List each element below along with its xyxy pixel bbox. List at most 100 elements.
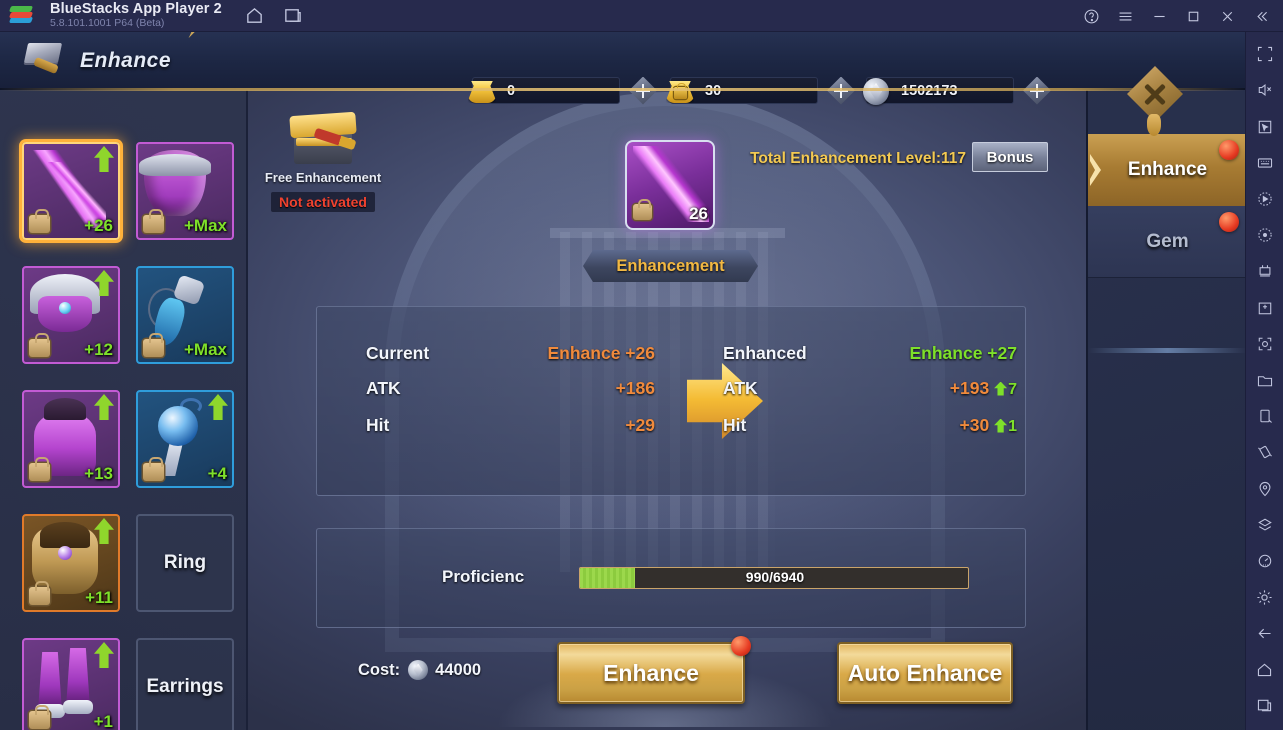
minimize-icon[interactable] (1143, 1, 1175, 31)
bag-lock-icon (29, 457, 50, 481)
window-controls (1075, 0, 1277, 32)
bluestacks-sidebar (1245, 32, 1283, 730)
app-title: BlueStacks App Player 2 (50, 0, 222, 17)
equipment-slot-earrings[interactable]: Earrings (136, 638, 234, 730)
nav-item-enhance-label: Enhance (1127, 159, 1208, 180)
equipment-empty-label: Earrings (146, 676, 224, 697)
enhanced-enhance-value: Enhance +27 (909, 342, 1018, 363)
nav-item-enhance[interactable]: Enhance (1088, 134, 1245, 206)
keyboard-icon[interactable] (1250, 151, 1280, 175)
maximize-icon[interactable] (1177, 1, 1209, 31)
home-icon[interactable] (244, 5, 266, 27)
game-viewport: Enhance 0 30 1502173 +26 +Max +12 +Max +… (0, 32, 1245, 730)
bonus-button-label: Bonus (986, 148, 1034, 166)
enhancement-banner: Enhancement (583, 250, 758, 282)
equipment-slot-helmet[interactable]: +12 (22, 266, 120, 364)
home-nav-icon[interactable] (1250, 657, 1280, 681)
currency-silver-amount: 1502173 (901, 82, 958, 99)
recents-icon[interactable] (1250, 694, 1280, 718)
currency-silver: 1502173 (863, 76, 1052, 106)
atk-enhanced-group: +193 7 (887, 378, 1017, 399)
mute-icon[interactable] (1250, 78, 1280, 102)
bag-lock-icon (29, 705, 50, 729)
bag-lock-icon (29, 581, 50, 605)
equipment-slot-weapon[interactable]: +26 (22, 142, 120, 240)
atk-enhanced-value: +193 (949, 377, 990, 398)
equipment-slot-shoes[interactable]: +1 (22, 638, 120, 730)
multi-instance-icon[interactable] (282, 5, 304, 27)
bag-lock-icon (633, 198, 652, 220)
install-apk-icon[interactable] (1250, 295, 1280, 319)
cost-amount: 44000 (435, 660, 482, 679)
header-tab-label: Enhance (80, 49, 172, 72)
item-preview-level: 26 (689, 204, 708, 223)
currency-bound-gold-amount: 30 (705, 82, 722, 99)
currency-gold-amount: 0 (507, 82, 516, 99)
atk-label-enhanced: ATK (723, 377, 758, 398)
enhance-button[interactable]: Enhance (557, 636, 751, 704)
silver-orb-icon (861, 74, 895, 108)
game-header: Enhance 0 30 1502173 (0, 32, 1245, 122)
item-preview[interactable]: 26 (625, 140, 715, 230)
header-tab-enhance[interactable]: Enhance (0, 32, 220, 90)
bag-lock-icon (143, 209, 164, 233)
equipment-empty-label: Ring (163, 552, 207, 573)
main-content: Free Enhancement Not activated 26 Enhanc… (248, 90, 1086, 730)
gauge-icon[interactable] (1250, 549, 1280, 573)
currency-bound-gold: 30 (665, 76, 856, 106)
layers-icon[interactable] (1250, 513, 1280, 537)
currency-silver-add-button[interactable] (1022, 76, 1052, 106)
location-icon[interactable] (1250, 476, 1280, 500)
equipment-slot-necklace[interactable]: +Max (136, 266, 234, 364)
hit-enhanced-group: +30 1 (887, 415, 1017, 436)
enhanced-header: Enhanced (723, 342, 807, 363)
nav-item-gem-label: Gem (1146, 230, 1189, 252)
free-enhancement-widget[interactable]: Free Enhancement Not activated (258, 108, 388, 212)
silver-orb-icon (408, 660, 429, 680)
hit-label-enhanced: Hit (723, 414, 747, 435)
fullscreen-icon[interactable] (1250, 42, 1280, 66)
enhancement-banner-label: Enhancement (616, 256, 725, 275)
equipment-level: +4 (207, 464, 227, 483)
enhance-button-label: Enhance (603, 659, 699, 686)
settings-icon[interactable] (1250, 585, 1280, 609)
bag-lock-icon (143, 333, 164, 357)
proficiency-panel: Proficienc 990/6940 (316, 528, 1026, 628)
auto-enhance-button[interactable]: Auto Enhance (837, 642, 1013, 704)
atk-current-value: +186 (615, 377, 655, 398)
bluestacks-titlebar: BlueStacks App Player 2 5.8.101.1001 P64… (0, 0, 1283, 32)
close-icon[interactable] (1211, 1, 1243, 31)
current-enhance-value: Enhance +26 (547, 342, 656, 363)
equipment-slot-robe[interactable]: +13 (22, 390, 120, 488)
stats-row-hit: Hit +29 Hit +30 1 (317, 407, 1027, 443)
notification-dot-icon (1219, 140, 1239, 160)
screenshot-icon[interactable] (1250, 332, 1280, 356)
equipment-slot-ring[interactable]: Ring (136, 514, 234, 612)
pointer-icon[interactable] (1250, 114, 1280, 138)
folder-icon[interactable] (1250, 368, 1280, 392)
back-icon[interactable] (1250, 621, 1280, 645)
bonus-button[interactable]: Bonus (972, 142, 1048, 172)
currency-bound-gold-add-button[interactable] (826, 76, 856, 106)
equipment-slot-orb[interactable]: +4 (136, 390, 234, 488)
rotate-screen-icon[interactable] (1250, 404, 1280, 428)
shake-icon[interactable] (1250, 440, 1280, 464)
help-icon[interactable] (1075, 1, 1107, 31)
currency-gold-add-button[interactable] (628, 76, 658, 106)
collapse-icon[interactable] (1245, 1, 1277, 31)
stats-comparison-panel: Current Enhance +26 Enhanced Enhance +27… (316, 306, 1026, 496)
proficiency-bar: 990/6940 (579, 567, 969, 589)
menu-icon[interactable] (1109, 1, 1141, 31)
notification-dot-icon (731, 636, 751, 656)
free-enhancement-label: Free Enhancement (264, 170, 382, 185)
macro-record-icon[interactable] (1250, 187, 1280, 211)
upgrade-arrow-icon (208, 394, 228, 420)
bag-lock-icon (143, 457, 164, 481)
script-icon[interactable] (1250, 223, 1280, 247)
nav-item-gem[interactable]: Gem (1088, 206, 1245, 278)
multi-instance-manager-icon[interactable] (1250, 259, 1280, 283)
equipment-level: +11 (85, 588, 113, 607)
equipment-slot-belt[interactable]: +11 (22, 514, 120, 612)
equipment-slot-cape[interactable]: +Max (136, 142, 234, 240)
stat-up-arrow-icon (994, 418, 1008, 433)
